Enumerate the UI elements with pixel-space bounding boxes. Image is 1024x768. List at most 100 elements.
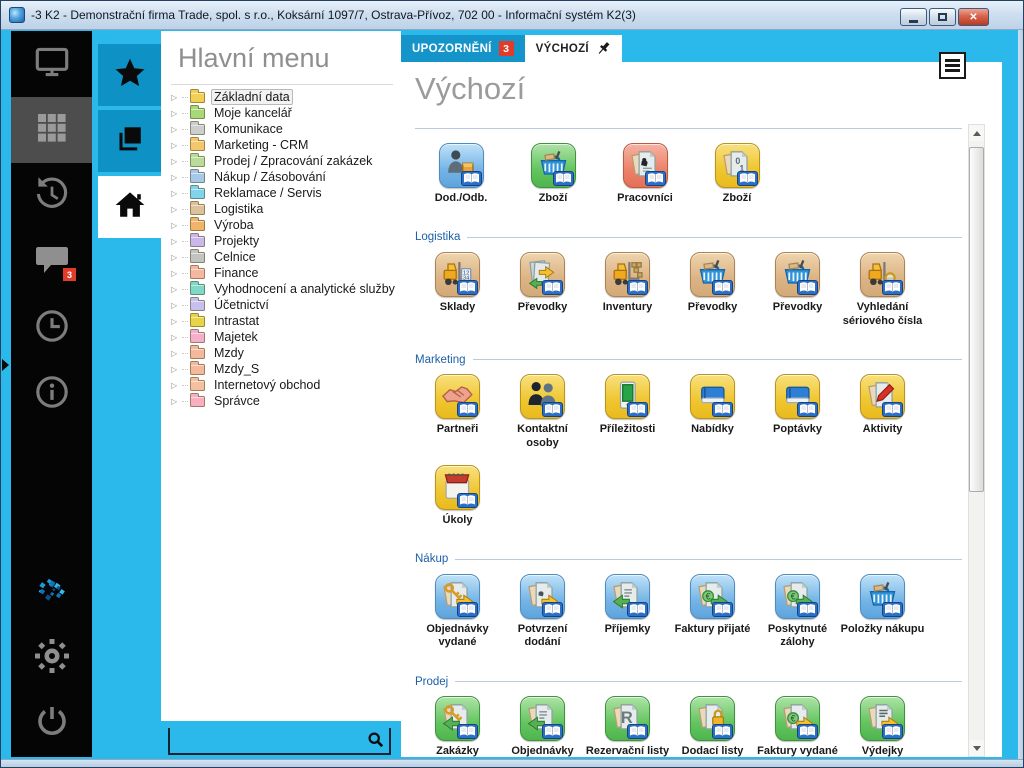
panel-collapse-arrow-icon[interactable] (2, 359, 9, 371)
launcher--koly[interactable]: Úkoly (415, 465, 500, 528)
tab-upozornění[interactable]: UPOZORNĚNÍ 3 (401, 35, 525, 62)
tree-expand-icon[interactable]: ▷ (171, 221, 182, 230)
close-button[interactable]: ✕ (958, 8, 989, 26)
menu-tree-item[interactable]: ▷ Projekty (171, 233, 401, 249)
tree-expand-icon[interactable]: ▷ (171, 317, 182, 326)
launcher-popt-vky[interactable]: Poptávky (755, 374, 840, 451)
launcher-p-evodky[interactable]: Převodky (670, 252, 755, 329)
rail-button-desktop[interactable] (11, 31, 92, 97)
menu-tree-item[interactable]: ▷ Logistika (171, 201, 401, 217)
rail-button-info[interactable] (11, 361, 92, 427)
launcher-pracovn-ci[interactable]: Pracovníci (599, 143, 691, 206)
rail-button-k2-logo[interactable] (11, 559, 92, 625)
tree-expand-icon[interactable]: ▷ (171, 173, 182, 182)
rail-button-power[interactable] (11, 691, 92, 757)
scroll-up-button[interactable] (969, 125, 984, 141)
launcher-dodac-listy[interactable]: Dodací listy (670, 696, 755, 757)
launcher-p-evodky[interactable]: Převodky (500, 252, 585, 329)
nav-button-home[interactable] (98, 176, 161, 238)
launcher-zbo-[interactable]: Zboží (507, 143, 599, 206)
launcher-zak-zky[interactable]: Zakázky (415, 696, 500, 757)
tree-expand-icon[interactable]: ▷ (171, 269, 182, 278)
menu-tree-item[interactable]: ▷ Správce (171, 393, 401, 409)
menu-tree-item[interactable]: ▷ Účetnictví (171, 297, 401, 313)
launcher-vyhled-n-s-riov-ho-sla[interactable]: Vyhledání sériového čísla (840, 252, 925, 329)
tree-expand-icon[interactable]: ▷ (171, 125, 182, 134)
launcher-aktivity[interactable]: Aktivity (840, 374, 925, 451)
rail-button-messages[interactable]: 3 (11, 229, 92, 295)
menu-tree-item[interactable]: ▷ Reklamace / Servis (171, 185, 401, 201)
launcher-partne-i[interactable]: Partneři (415, 374, 500, 451)
menu-tree-item[interactable]: ▷ Marketing - CRM (171, 137, 401, 153)
minimize-button[interactable] (900, 8, 927, 26)
tree-expand-icon[interactable]: ▷ (171, 141, 182, 150)
tab-výchozí[interactable]: VÝCHOZÍ (525, 35, 622, 62)
scrollbar-thumb[interactable] (969, 147, 984, 492)
tree-expand-icon[interactable]: ▷ (171, 365, 182, 374)
tree-expand-icon[interactable]: ▷ (171, 205, 182, 214)
vertical-scrollbar[interactable] (968, 124, 985, 757)
scroll-down-button[interactable] (969, 740, 984, 756)
rail-button-recent[interactable] (11, 295, 92, 361)
search-icon[interactable] (367, 731, 385, 749)
title-bar: -3 K2 - Demonstrační firma Trade, spol. … (1, 1, 1023, 30)
menu-search-input[interactable] (172, 730, 363, 751)
launcher-faktury-p-ijat-[interactable]: € Faktury přijaté (670, 574, 755, 651)
tree-expand-icon[interactable]: ▷ (171, 397, 182, 406)
launcher-dod-odb-[interactable]: Dod./Odb. (415, 143, 507, 206)
launcher-inventury[interactable]: Inventury (585, 252, 670, 329)
basket-icon (775, 252, 820, 297)
menu-tree-item[interactable]: ▷ Prodej / Zpracování zakázek (171, 153, 401, 169)
window-bottom-frame (1, 759, 1023, 767)
nav-button-favorites[interactable] (98, 44, 161, 106)
launcher-objedn-vky[interactable]: Objednávky (500, 696, 585, 757)
menu-tree-item[interactable]: ▷ Finance (171, 265, 401, 281)
launcher-potvrzen-dod-n-[interactable]: Potvrzení dodání (500, 574, 585, 651)
menu-tree-item[interactable]: ▷ Majetek (171, 329, 401, 345)
menu-tree-item[interactable]: ▷ Nákup / Zásobování (171, 169, 401, 185)
menu-tree-item[interactable]: ▷ Internetový obchod (171, 377, 401, 393)
menu-tree-item[interactable]: ▷ Vyhodnocení a analytické služby (171, 281, 401, 297)
tree-expand-icon[interactable]: ▷ (171, 157, 182, 166)
launcher-p-le-itosti[interactable]: Příležitosti (585, 374, 670, 451)
launcher-p-evodky[interactable]: Převodky (755, 252, 840, 329)
tree-expand-icon[interactable]: ▷ (171, 253, 182, 262)
app-window: -3 K2 - Demonstrační firma Trade, spol. … (0, 0, 1024, 768)
launcher-rezerva-n-listy[interactable]: R Rezervační listy (585, 696, 670, 757)
launcher-sklady[interactable]: 12 34 Sklady (415, 252, 500, 329)
menu-tree-item[interactable]: ▷ Mzdy (171, 345, 401, 361)
launcher-kontaktn-osoby[interactable]: Kontaktní osoby (500, 374, 585, 451)
nav-button-open-windows[interactable] (98, 110, 161, 172)
launcher-poskytnut-z-lohy[interactable]: € Poskytnuté zálohy (755, 574, 840, 651)
rail-button-history[interactable] (11, 163, 92, 229)
launcher-objedn-vky-vydan-[interactable]: Objednávky vydané (415, 574, 500, 651)
tree-expand-icon[interactable]: ▷ (171, 381, 182, 390)
tree-expand-icon[interactable]: ▷ (171, 109, 182, 118)
menu-tree-item[interactable]: ▷ Celnice (171, 249, 401, 265)
tree-expand-icon[interactable]: ▷ (171, 237, 182, 246)
rail-button-settings[interactable] (11, 625, 92, 691)
tree-expand-icon[interactable]: ▷ (171, 349, 182, 358)
maximize-button[interactable] (929, 8, 956, 26)
tree-expand-icon[interactable]: ▷ (171, 93, 182, 102)
launcher-faktury-vydan-[interactable]: € Faktury vydané (755, 696, 840, 757)
launcher-zbo-[interactable]: 0 1 Zboží (691, 143, 783, 206)
launcher-polo-ky-n-kupu[interactable]: Položky nákupu (840, 574, 925, 651)
tree-expand-icon[interactable]: ▷ (171, 189, 182, 198)
menu-tree-item[interactable]: ▷ Komunikace (171, 121, 401, 137)
menu-tree-item[interactable]: ▷ Intrastat (171, 313, 401, 329)
menu-tree-item[interactable]: ▷ Moje kancelář (171, 105, 401, 121)
launcher-p-jemky[interactable]: Příjemky (585, 574, 670, 651)
launcher-v-dejky[interactable]: Výdejky (840, 696, 925, 757)
tree-expand-icon[interactable]: ▷ (171, 333, 182, 342)
menu-tree-item[interactable]: ▷ Mzdy_S (171, 361, 401, 377)
hamburger-menu-button[interactable] (939, 52, 966, 79)
tree-expand-icon[interactable]: ▷ (171, 301, 182, 310)
rail-button-applications[interactable] (11, 97, 92, 163)
menu-tree-item[interactable]: ▷ Výroba (171, 217, 401, 233)
launcher-nab-dky[interactable]: Nabídky (670, 374, 755, 451)
menu-tree-item[interactable]: ▷ Základní data (171, 89, 401, 105)
tree-item-label: Účetnictví (211, 298, 272, 312)
tree-expand-icon[interactable]: ▷ (171, 285, 182, 294)
tree-item-label: Finance (211, 266, 261, 280)
